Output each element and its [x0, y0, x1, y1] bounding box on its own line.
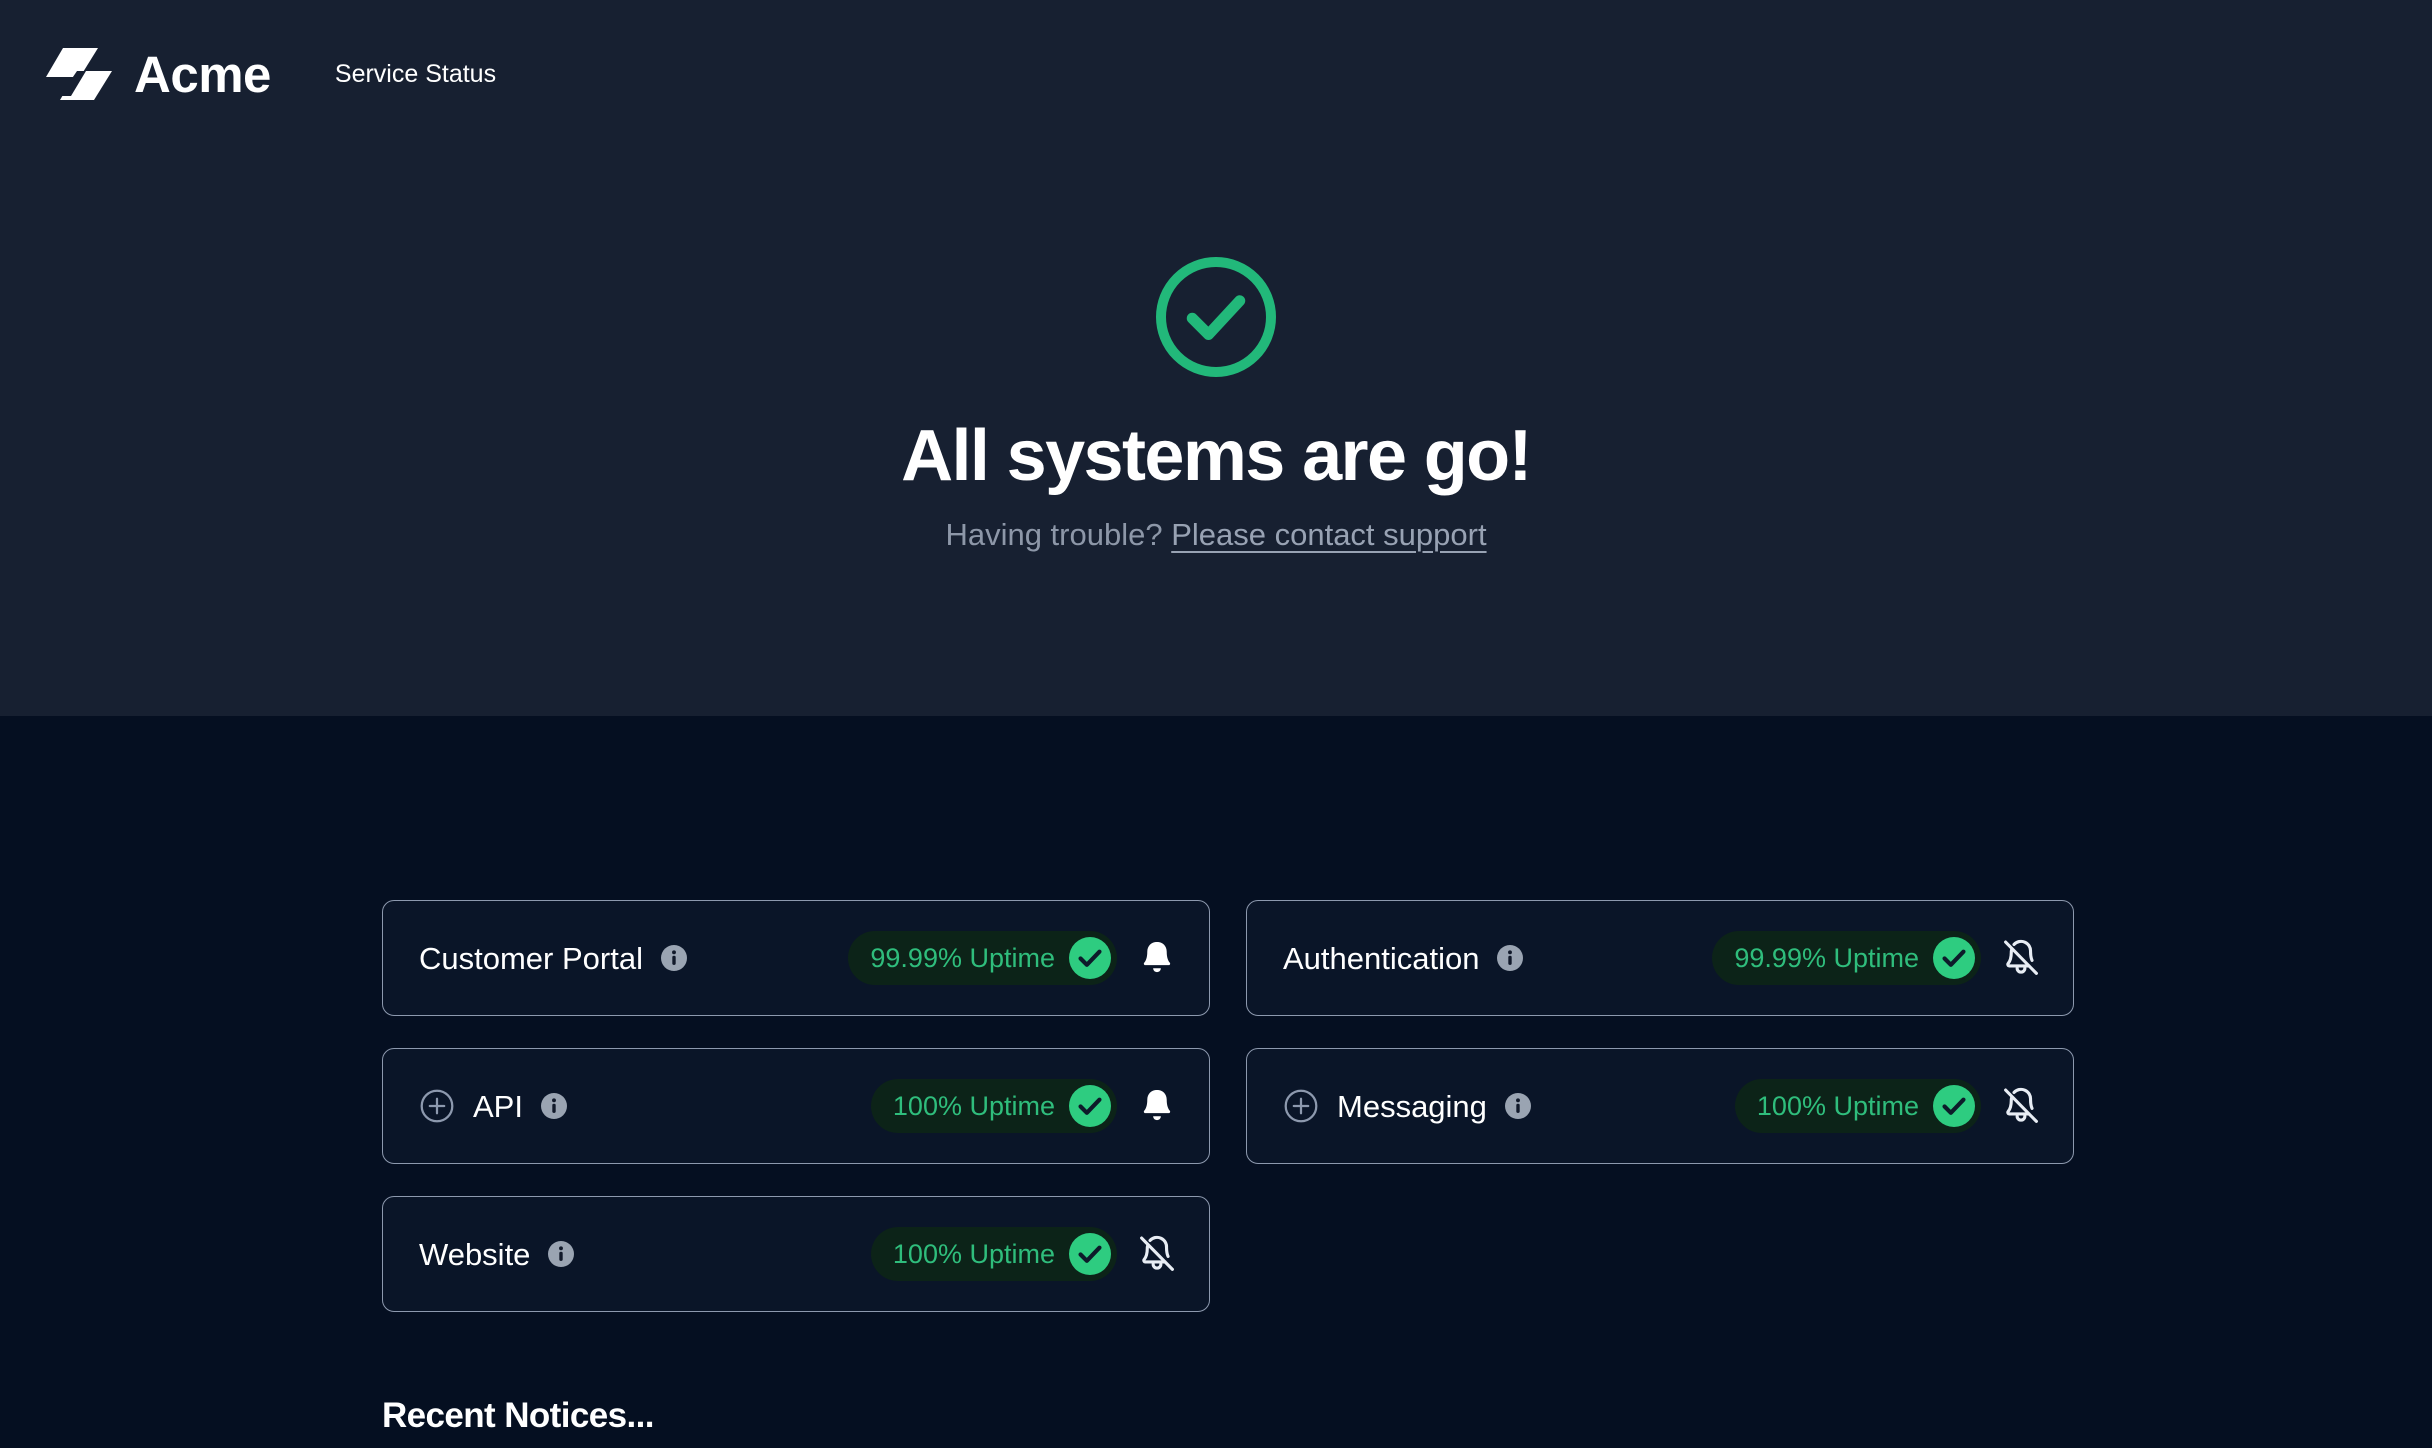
check-circle-icon	[1151, 252, 1281, 382]
check-badge-icon	[1069, 1233, 1111, 1275]
service-card-authentication[interactable]: Authentication 99.99% Uptime	[1246, 900, 2074, 1016]
hero-subtitle: Having trouble? Please contact support	[945, 516, 1486, 553]
uptime-value: 100% Uptime	[892, 1090, 1055, 1121]
services-grid: Customer Portal 99.99% Uptime Authentica…	[382, 900, 2074, 1312]
check-badge-icon	[1933, 937, 1975, 979]
brand-name: Acme	[134, 45, 271, 103]
info-icon[interactable]	[530, 1241, 575, 1267]
uptime-value: 99.99% Uptime	[870, 942, 1055, 973]
uptime-pill: 99.99% Uptime	[848, 931, 1117, 985]
top-navigation: Acme Service Status	[0, 0, 2432, 148]
uptime-pill: 100% Uptime	[870, 1227, 1117, 1281]
hero-section: All systems are go! Having trouble? Plea…	[0, 252, 2432, 553]
plus-circle-icon[interactable]	[1283, 1088, 1337, 1124]
service-card-left: Authentication	[1283, 940, 1524, 976]
info-icon[interactable]	[1479, 945, 1524, 971]
uptime-pill: 100% Uptime	[1734, 1079, 1981, 1133]
uptime-value: 99.99% Uptime	[1734, 942, 1919, 973]
bell-icon[interactable]	[1135, 1084, 1179, 1128]
plus-circle-icon[interactable]	[419, 1088, 473, 1124]
status-page: Acme Service Status All systems are go! …	[0, 0, 2432, 1448]
bell-icon[interactable]	[1135, 936, 1179, 980]
service-card-api[interactable]: API 100% Uptime	[382, 1048, 1210, 1164]
uptime-value: 100% Uptime	[1756, 1090, 1919, 1121]
service-card-left: API	[419, 1088, 567, 1124]
check-badge-icon	[1069, 937, 1111, 979]
bell-off-icon[interactable]	[1999, 1084, 2043, 1128]
service-name: Customer Portal	[419, 940, 643, 976]
service-name: Messaging	[1337, 1088, 1487, 1124]
service-card-right: 100% Uptime	[870, 1227, 1179, 1281]
service-name: Authentication	[1283, 940, 1480, 976]
service-card-messaging[interactable]: Messaging 100% Uptime	[1246, 1048, 2074, 1164]
info-icon[interactable]	[643, 945, 687, 971]
nav-link-service-status[interactable]: Service Status	[335, 61, 496, 87]
service-card-website[interactable]: Website 100% Uptime	[382, 1196, 1210, 1312]
contact-support-link[interactable]: Please contact support	[1171, 517, 1486, 552]
service-card-right: 99.99% Uptime	[1712, 931, 2043, 985]
brand-home-link[interactable]: Acme	[46, 46, 271, 102]
service-card-right: 99.99% Uptime	[848, 931, 1179, 985]
service-card-left: Messaging	[1283, 1088, 1531, 1124]
uptime-value: 100% Uptime	[892, 1238, 1055, 1269]
check-badge-icon	[1069, 1085, 1111, 1127]
service-card-right: 100% Uptime	[1734, 1079, 2043, 1133]
service-card-customer-portal[interactable]: Customer Portal 99.99% Uptime	[382, 900, 1210, 1016]
uptime-pill: 100% Uptime	[870, 1079, 1117, 1133]
service-card-left: Customer Portal	[419, 943, 687, 974]
recent-notices-heading: Recent Notices...	[382, 1396, 654, 1435]
service-card-right: 100% Uptime	[870, 1079, 1179, 1133]
uptime-pill: 99.99% Uptime	[1712, 931, 1981, 985]
hero-subtitle-text: Having trouble?	[945, 516, 1163, 552]
bell-off-icon[interactable]	[1135, 1232, 1179, 1276]
page-title: All systems are go!	[901, 416, 1532, 496]
acme-parallelogram-logo-icon	[46, 46, 112, 102]
check-badge-icon	[1933, 1085, 1975, 1127]
info-icon[interactable]	[1487, 1093, 1531, 1119]
grid-spacer	[1246, 1196, 2074, 1312]
nav-links: Service Status	[335, 61, 496, 87]
info-icon[interactable]	[523, 1093, 567, 1119]
service-name: API	[473, 1088, 523, 1124]
service-card-left: Website	[419, 1236, 575, 1272]
service-name: Website	[419, 1236, 531, 1272]
bell-off-icon[interactable]	[1999, 936, 2043, 980]
